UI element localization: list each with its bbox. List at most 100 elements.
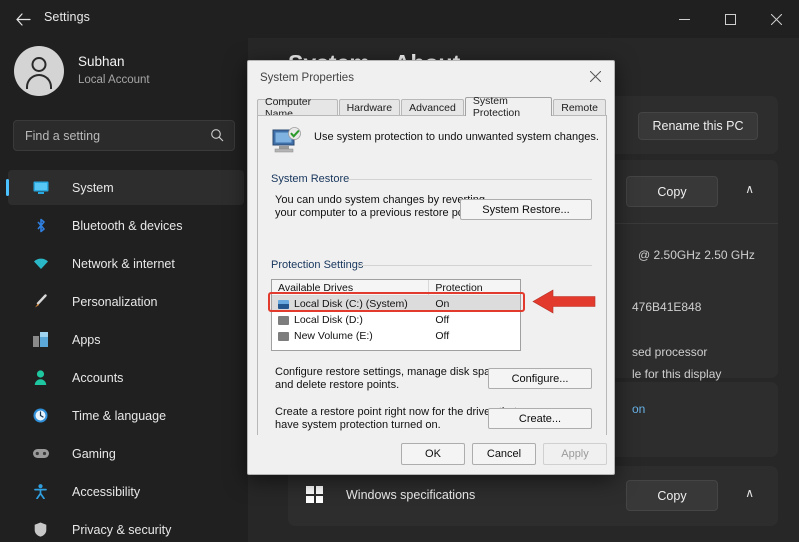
ok-button[interactable]: OK <box>401 443 465 465</box>
sidebar-item-bluetooth-devices[interactable]: Bluetooth & devices <box>8 208 244 243</box>
pen-touch-value-line1: sed processor <box>632 345 708 359</box>
tab-system-protection[interactable]: System Protection <box>464 95 553 119</box>
device-copy-button[interactable]: Copy <box>626 176 718 207</box>
sidebar-item-accounts[interactable]: Accounts <box>8 360 244 395</box>
profile-account-type: Local Account <box>78 74 150 86</box>
dialog-close-icon[interactable] <box>580 65 610 87</box>
drive-name-text: Local Disk (D:) <box>294 314 363 326</box>
sidebar-item-time-language[interactable]: Time & language <box>8 398 244 433</box>
tab-hardware[interactable]: Hardware <box>338 99 401 116</box>
gamepad-icon <box>32 445 49 462</box>
processor-value: @ 2.50GHz 2.50 GHz <box>638 248 755 262</box>
drive-name-cell: Local Disk (D:) <box>272 314 429 326</box>
windows-specifications-title: Windows specifications <box>346 488 476 502</box>
column-header-protection: Protection <box>435 281 483 294</box>
create-description-line1: Create a restore point right now for the… <box>275 406 518 418</box>
rename-pc-button[interactable]: Rename this PC <box>638 112 758 140</box>
sidebar-item-label: Time & language <box>72 408 167 423</box>
drive-name-text: New Volume (E:) <box>294 330 373 342</box>
device-expand-chevron-icon[interactable]: ∧ <box>745 182 754 196</box>
protection-settings-group-divider <box>358 265 592 266</box>
system-restore-description-line2: your computer to a previous restore poin… <box>275 207 479 219</box>
clock-icon <box>32 407 49 424</box>
tab-remote[interactable]: Remote <box>553 99 606 116</box>
dialog-footer: OK Cancel Apply <box>249 435 613 473</box>
minimize-button[interactable] <box>661 0 707 38</box>
pen-touch-value-line2: le for this display <box>632 367 722 381</box>
drive-name-cell: New Volume (E:) <box>272 330 429 342</box>
device-id-value: 476B41E848 <box>632 300 702 314</box>
configure-description-line2: and delete restore points. <box>275 379 400 391</box>
tab-advanced[interactable]: Advanced <box>401 99 464 116</box>
sidebar-item-personalization[interactable]: Personalization <box>8 284 244 319</box>
tab-computer-name[interactable]: Computer Name <box>257 96 338 120</box>
avatar <box>14 46 64 96</box>
dialog-title: System Properties <box>260 72 354 84</box>
cancel-button[interactable]: Cancel <box>472 443 536 465</box>
system-restore-button[interactable]: System Restore... <box>460 199 592 220</box>
system-protection-icon <box>270 127 304 157</box>
system-restore-description-line1: You can undo system changes by reverting <box>275 194 485 206</box>
sidebar-item-label: Accounts <box>72 370 124 385</box>
account-icon <box>32 369 49 386</box>
search-icon <box>210 128 224 147</box>
back-arrow-icon[interactable] <box>10 8 36 30</box>
user-profile[interactable]: Subhan Local Account <box>14 46 150 96</box>
drives-list-body: Local Disk (C:) (System) On Local Disk (D:… <box>272 296 520 344</box>
configure-button[interactable]: Configure... <box>488 368 592 389</box>
left-pointing-arrow-annotation <box>531 288 597 315</box>
drive-icon <box>278 315 289 325</box>
protection-settings-group-label: Protection Settings <box>271 259 364 271</box>
sidebar-item-apps[interactable]: Apps <box>8 322 244 357</box>
windows-copy-button[interactable]: Copy <box>626 480 718 511</box>
table-row[interactable]: New Volume (E:) Off <box>272 328 520 344</box>
sidebar-item-label: Privacy & security <box>72 522 172 537</box>
sidebar-item-privacy-security[interactable]: Privacy & security <box>8 512 244 542</box>
shield-icon <box>32 521 49 538</box>
sidebar-item-system[interactable]: System <box>6 170 244 205</box>
sidebar-item-network-internet[interactable]: Network & internet <box>8 246 244 281</box>
windows-specifications-card[interactable]: Windows specifications Copy ∧ <box>288 466 778 526</box>
profile-name: Subhan <box>78 54 125 69</box>
bluetooth-icon <box>32 217 49 234</box>
table-row[interactable]: Local Disk (D:) Off <box>272 312 520 328</box>
system-properties-dialog: System Properties Computer Name Hardware A… <box>247 60 615 475</box>
create-button[interactable]: Create... <box>488 408 592 429</box>
dialog-intro-text: Use system protection to undo unwanted s… <box>314 131 599 143</box>
available-drives-list[interactable]: Available Drives Protection Local Disk (… <box>271 279 521 351</box>
configure-description-line1: Configure restore settings, manage disk … <box>275 366 505 378</box>
create-description-line2: have system protection turned on. <box>275 419 441 431</box>
accessibility-icon <box>32 483 49 500</box>
drives-list-header: Available Drives Protection <box>272 280 520 296</box>
sidebar-item-gaming[interactable]: Gaming <box>8 436 244 471</box>
system-restore-group-label: System Restore <box>271 173 350 185</box>
drive-name-cell: Local Disk (C:) (System) <box>272 298 429 310</box>
sidebar-item-accessibility[interactable]: Accessibility <box>8 474 244 509</box>
search-input[interactable] <box>14 128 199 143</box>
apply-button: Apply <box>543 443 607 465</box>
close-button[interactable] <box>753 0 799 38</box>
maximize-button[interactable] <box>707 0 753 38</box>
system-restore-group-divider <box>346 179 592 180</box>
paintbrush-icon <box>32 293 49 310</box>
sidebar-item-label: Accessibility <box>72 484 141 499</box>
dialog-tabs: Computer Name Hardware Advanced System Prot… <box>257 95 607 120</box>
sidebar: Subhan Local Account System Bluetooth & d… <box>0 38 248 542</box>
column-header-available-drives: Available Drives <box>272 280 430 295</box>
display-icon <box>32 179 49 196</box>
sidebar-item-label: Personalization <box>72 294 158 309</box>
table-row[interactable]: Local Disk (C:) (System) On <box>272 296 520 312</box>
search-box[interactable] <box>13 120 235 151</box>
related-link[interactable]: on <box>632 402 645 416</box>
windows-expand-chevron-icon[interactable]: ∧ <box>745 486 754 500</box>
settings-window: Settings Subhan Local Account Find a set… <box>0 0 799 542</box>
drive-protection-status: On <box>435 298 450 310</box>
sidebar-nav: System Bluetooth & devices Network & inter… <box>6 170 244 542</box>
apps-icon <box>32 331 49 348</box>
system-drive-icon <box>278 299 289 309</box>
drive-protection-status: Off <box>435 314 450 326</box>
sidebar-item-label: Network & internet <box>72 256 175 271</box>
windows-logo-icon <box>306 486 323 503</box>
sidebar-item-label: Bluetooth & devices <box>72 218 183 233</box>
title-bar: Settings <box>0 0 799 38</box>
